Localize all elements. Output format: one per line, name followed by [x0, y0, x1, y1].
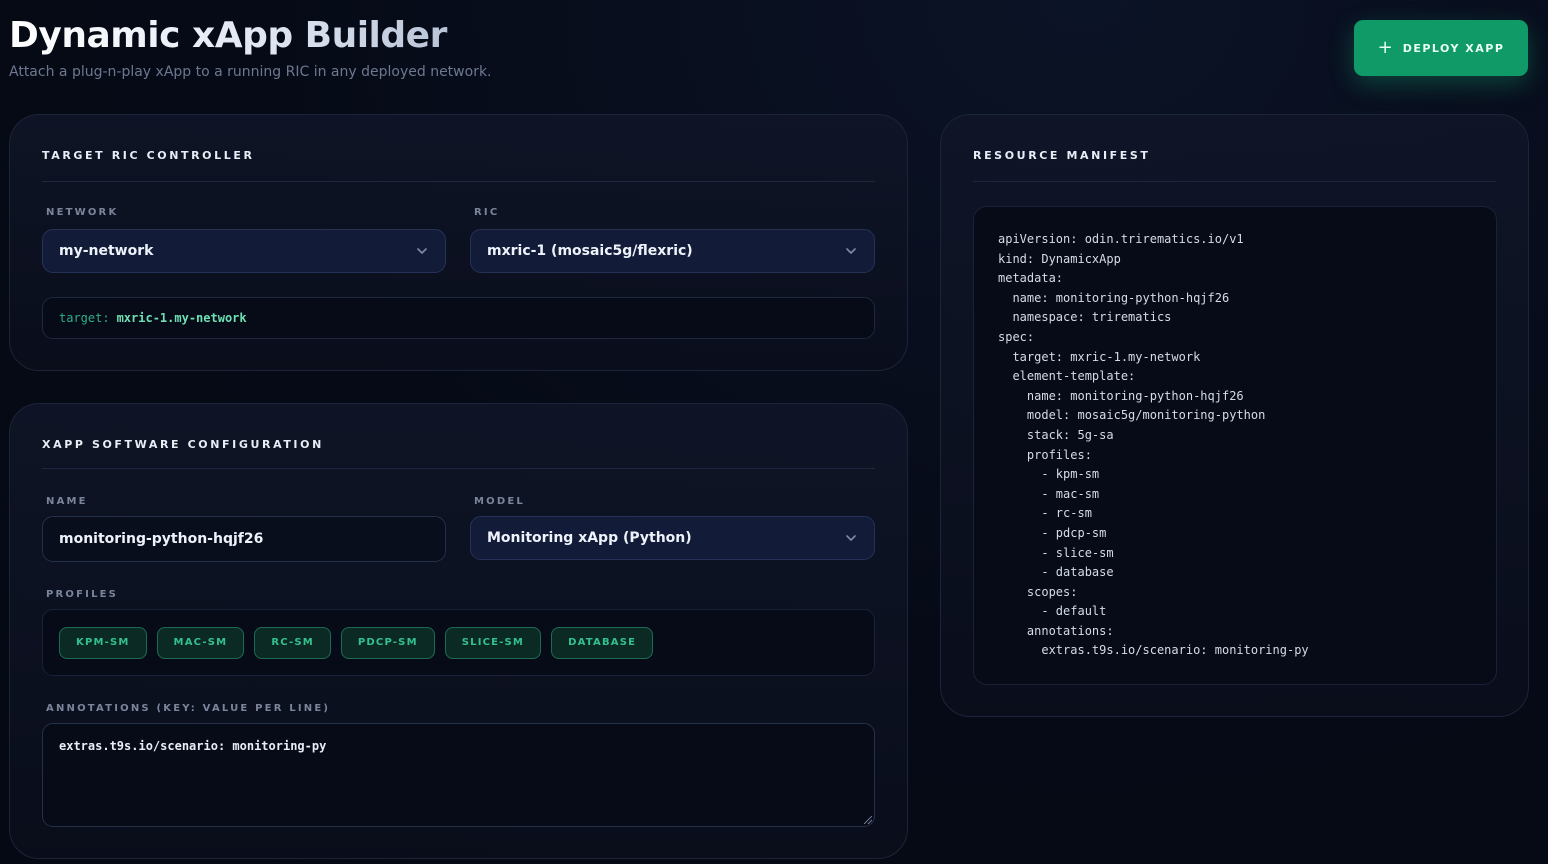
annotations-label: ANNOTATIONS (KEY: VALUE PER LINE) [46, 703, 331, 714]
profile-chip-mac-sm[interactable]: MAC-SM [156, 626, 245, 659]
code-line: - default [998, 604, 1107, 619]
profiles-list: KPM-SM MAC-SM RC-SM PDCP-SM SLICE-SM DAT… [42, 609, 875, 676]
code-line: metadata: [998, 271, 1064, 286]
page-title: Dynamic xApp Builder [9, 14, 492, 58]
name-label: NAME [46, 496, 88, 507]
code-line: - pdcp-sm [998, 525, 1107, 540]
target-key: target: [59, 311, 110, 325]
code-line: - kpm-sm [998, 467, 1100, 482]
target-ric-card: TARGET RIC CONTROLLER NETWORK my-network… [9, 114, 908, 371]
plus-icon: + [1377, 37, 1393, 58]
code-line: - rc-sm [998, 506, 1092, 521]
code-line: - slice-sm [998, 545, 1114, 560]
profile-chip-pdcp-sm[interactable]: PDCP-SM [340, 626, 435, 659]
chevron-down-icon [844, 531, 858, 545]
divider [973, 181, 1496, 182]
network-select-value: my-network [59, 243, 154, 259]
profile-chip-slice-sm[interactable]: SLICE-SM [444, 626, 542, 659]
code-line: kind: DynamicxApp [998, 251, 1121, 266]
code-line: namespace: trirematics [998, 310, 1172, 325]
xapp-config-title: XAPP SOFTWARE CONFIGURATION [42, 438, 324, 451]
profile-chip-rc-sm[interactable]: RC-SM [254, 626, 331, 659]
chevron-down-icon [844, 244, 858, 258]
profile-chip-database[interactable]: DATABASE [551, 626, 654, 659]
network-label: NETWORK [46, 207, 119, 218]
code-line: element-template: [998, 369, 1136, 384]
model-select-value: Monitoring xApp (Python) [487, 530, 692, 546]
divider [42, 468, 875, 469]
xapp-config-card: XAPP SOFTWARE CONFIGURATION NAME monitor… [9, 403, 908, 859]
target-value: mxric-1.my-network [116, 311, 247, 325]
resource-manifest-title: RESOURCE MANIFEST [973, 149, 1151, 162]
ric-select[interactable]: mxric-1 (mosaic5g/flexric) [470, 229, 875, 273]
network-select[interactable]: my-network [42, 229, 446, 273]
resource-manifest-card: RESOURCE MANIFEST apiVersion: odin.trire… [940, 114, 1529, 717]
code-line: - mac-sm [998, 486, 1100, 501]
target-ric-title: TARGET RIC CONTROLLER [42, 149, 255, 162]
model-label: MODEL [474, 496, 525, 507]
code-line: profiles: [998, 447, 1092, 462]
annotations-textarea[interactable]: extras.t9s.io/scenario: monitoring-py [42, 723, 875, 827]
annotations-value: extras.t9s.io/scenario: monitoring-py [59, 739, 327, 753]
code-line: apiVersion: odin.trirematics.io/v1 [998, 232, 1244, 246]
divider [42, 181, 875, 182]
page-subtitle: Attach a plug-n-play xApp to a running R… [9, 64, 492, 80]
deploy-xapp-label: DEPLOY XAPP [1402, 41, 1505, 55]
manifest-code-block: apiVersion: odin.trirematics.io/v1 kind:… [973, 206, 1497, 685]
code-line: name: monitoring-python-hqjf26 [998, 290, 1230, 305]
code-line: name: monitoring-python-hqjf26 [998, 388, 1244, 403]
profiles-label: PROFILES [46, 589, 119, 600]
ric-select-value: mxric-1 (mosaic5g/flexric) [487, 243, 693, 259]
target-readout: target: mxric-1.my-network [42, 297, 875, 339]
name-input[interactable]: monitoring-python-hqjf26 [42, 516, 446, 562]
model-select[interactable]: Monitoring xApp (Python) [470, 516, 875, 560]
code-line: stack: 5g-sa [998, 427, 1114, 442]
code-line: scopes: [998, 584, 1078, 599]
code-line: annotations: [998, 623, 1114, 638]
code-line: extras.t9s.io/scenario: monitoring-py [998, 643, 1309, 658]
code-line: target: mxric-1.my-network [998, 349, 1201, 364]
chevron-down-icon [415, 244, 429, 258]
profile-chip-kpm-sm[interactable]: KPM-SM [59, 626, 147, 659]
ric-label: RIC [474, 207, 500, 218]
name-input-value: monitoring-python-hqjf26 [59, 531, 264, 547]
deploy-xapp-button[interactable]: + DEPLOY XAPP [1354, 20, 1528, 76]
page-header: Dynamic xApp Builder Attach a plug-n-pla… [9, 14, 492, 80]
code-line: - database [998, 565, 1114, 580]
code-line: model: mosaic5g/monitoring-python [998, 408, 1266, 423]
resize-handle-icon[interactable] [864, 816, 872, 824]
code-line: spec: [998, 329, 1035, 344]
